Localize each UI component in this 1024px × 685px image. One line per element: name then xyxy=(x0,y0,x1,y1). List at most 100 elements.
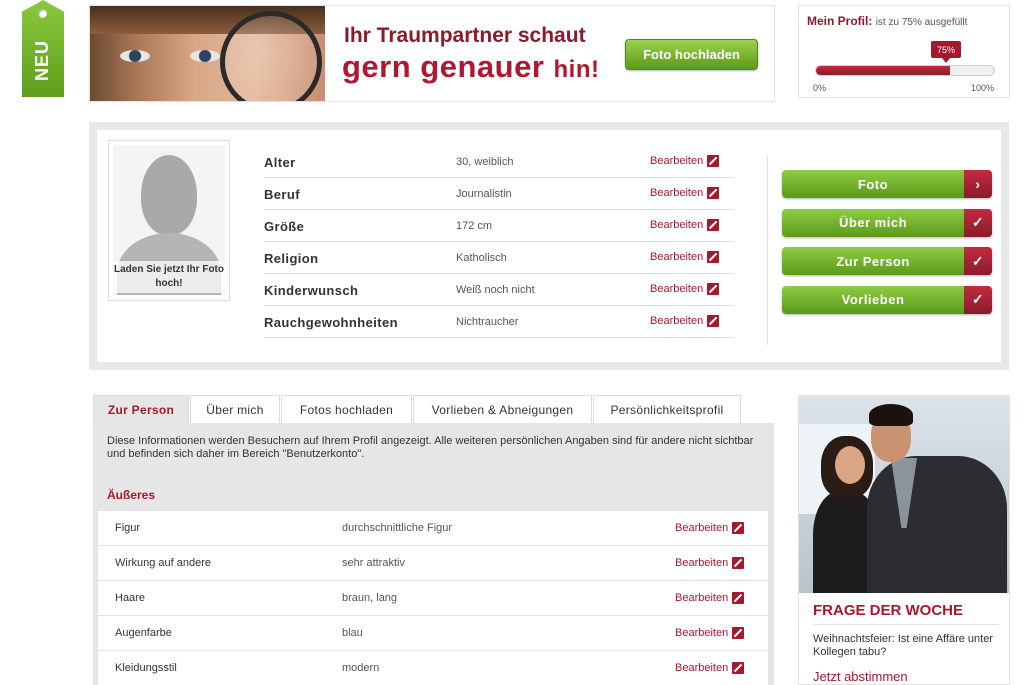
pencil-icon xyxy=(707,315,720,327)
table-row: Kleidungsstil modern Bearbeiten xyxy=(98,651,768,685)
pencil-icon xyxy=(707,187,720,199)
info-value: Katholisch xyxy=(456,252,507,264)
edit-link-wirkung-auf-andere[interactable]: Bearbeiten xyxy=(675,557,745,569)
profile-progress: Mein Profil: ist zu 75% ausgefüllt 75% 0… xyxy=(798,5,1010,98)
avatar-caption: Laden Sie jetzt Ihr Foto hoch! xyxy=(113,261,225,293)
info-value: 30, weiblich xyxy=(456,156,514,168)
info-label: Größe xyxy=(264,219,305,234)
row-value: durchschnittliche Figur xyxy=(342,522,453,534)
edit-link-kleidungsstil[interactable]: Bearbeiten xyxy=(675,662,745,674)
edit-label: Bearbeiten xyxy=(650,283,704,295)
pencil-icon xyxy=(707,219,720,231)
row-label: Augenfarbe xyxy=(115,627,172,639)
new-tag-label: NEU xyxy=(32,39,53,81)
question-text: Weihnachtsfeier: Ist eine Affäre unter K… xyxy=(813,633,993,658)
edit-label: Bearbeiten xyxy=(650,187,704,199)
page: NEU Ihr Traumpartner schaut gern genauer… xyxy=(0,0,1024,685)
section-title-aeusseres: Äußeres xyxy=(107,488,156,502)
avatar-placeholder[interactable]: Laden Sie jetzt Ihr Foto hoch! xyxy=(108,140,230,301)
info-row: Größe 172 cm Bearbeiten xyxy=(264,210,734,242)
profile-tabs: Zur Person Über mich Fotos hochladen Vorlie… xyxy=(93,395,774,423)
progress-scale-max: 100% xyxy=(971,83,995,93)
info-row: Alter 30, weiblich Bearbeiten xyxy=(264,146,734,178)
magnifier-icon xyxy=(220,11,322,101)
info-row: Rauchgewohnheiten Nichtraucher Bearbeiten xyxy=(264,306,734,338)
info-label: Beruf xyxy=(264,187,300,202)
edit-link-rauchgewohnheiten[interactable]: Bearbeiten xyxy=(650,315,720,327)
vote-now-link[interactable]: Jetzt abstimmen xyxy=(813,669,908,684)
edit-link-haare[interactable]: Bearbeiten xyxy=(675,592,745,604)
tab-persoenlichkeitsprofil[interactable]: Persönlichkeitsprofil xyxy=(593,395,741,423)
info-label: Kinderwunsch xyxy=(264,283,359,298)
info-row: Religion Katholisch Bearbeiten xyxy=(264,242,734,274)
pencil-icon xyxy=(707,155,720,167)
info-value: 172 cm xyxy=(456,220,493,232)
table-row: Figur durchschnittliche Figur Bearbeiten xyxy=(98,511,768,546)
edit-label: Bearbeiten xyxy=(675,522,729,534)
edit-link-figur[interactable]: Bearbeiten xyxy=(675,522,745,534)
section-button-label: Foto xyxy=(857,176,889,192)
section-button-foto[interactable]: Foto › xyxy=(782,170,992,198)
edit-label: Bearbeiten xyxy=(675,662,729,674)
profile-progress-text: ist zu 75% ausgefüllt xyxy=(875,17,968,28)
banner-photo-magnifier xyxy=(90,6,325,101)
check-icon: ✓ xyxy=(964,208,992,237)
edit-link-beruf[interactable]: Bearbeiten xyxy=(650,187,720,199)
question-photo xyxy=(799,396,1009,593)
row-label: Figur xyxy=(115,522,141,534)
edit-label: Bearbeiten xyxy=(650,315,704,327)
section-button-zur-person[interactable]: Zur Person ✓ xyxy=(782,247,992,275)
banner-title-line2: gern genauer hin! xyxy=(342,49,600,85)
row-value: sehr attraktiv xyxy=(342,557,405,569)
pencil-icon xyxy=(707,251,720,263)
tab-zur-person[interactable]: Zur Person xyxy=(93,395,189,423)
edit-link-alter[interactable]: Bearbeiten xyxy=(650,155,720,167)
edit-link-religion[interactable]: Bearbeiten xyxy=(650,251,720,263)
edit-link-groesse[interactable]: Bearbeiten xyxy=(650,219,720,231)
edit-label: Bearbeiten xyxy=(650,251,704,263)
percent-bubble: 75% xyxy=(931,41,961,63)
edit-label: Bearbeiten xyxy=(650,219,704,231)
section-button-label: Vorlieben xyxy=(841,292,905,307)
row-value: blau xyxy=(342,627,363,639)
pencil-icon xyxy=(732,522,745,534)
pencil-icon xyxy=(732,592,745,604)
tag-hole-icon xyxy=(38,9,47,18)
row-value: braun, lang xyxy=(342,592,398,604)
info-value: Journalistin xyxy=(456,188,512,200)
info-value: Weiß noch nicht xyxy=(456,284,535,296)
question-of-week: FRAGE DER WOCHE Weihnachtsfeier: Ist ein… xyxy=(798,395,1010,685)
row-label: Haare xyxy=(115,592,145,604)
pencil-icon xyxy=(732,557,745,569)
table-row: Wirkung auf andere sehr attraktiv Bearbeit… xyxy=(98,546,768,581)
basic-info-table: Alter 30, weiblich Bearbeiten Beruf Journali… xyxy=(264,146,734,338)
banner-title-main: gern genauer xyxy=(342,49,545,84)
edit-link-augenfarbe[interactable]: Bearbeiten xyxy=(675,627,745,639)
info-label: Religion xyxy=(264,251,319,266)
avatar-silhouette-icon xyxy=(141,155,197,235)
tab-ueber-mich[interactable]: Über mich xyxy=(190,395,280,423)
appearance-table: Figur durchschnittliche Figur Bearbeiten Wi… xyxy=(98,511,768,685)
edit-label: Bearbeiten xyxy=(675,592,729,604)
table-row: Haare braun, lang Bearbeiten xyxy=(98,581,768,616)
section-button-ueber-mich[interactable]: Über mich ✓ xyxy=(782,208,992,237)
tab-fotos-hochladen[interactable]: Fotos hochladen xyxy=(281,395,412,423)
section-button-vorlieben[interactable]: Vorlieben ✓ xyxy=(782,285,992,314)
row-label: Wirkung auf andere xyxy=(115,557,211,569)
edit-link-kinderwunsch[interactable]: Bearbeiten xyxy=(650,283,720,295)
row-label: Kleidungsstil xyxy=(115,662,177,674)
info-label: Rauchgewohnheiten xyxy=(264,315,398,330)
progress-bar xyxy=(815,65,995,76)
question-title: FRAGE DER WOCHE xyxy=(813,602,963,619)
edit-label: Bearbeiten xyxy=(675,627,729,639)
edit-label: Bearbeiten xyxy=(650,155,704,167)
edit-label: Bearbeiten xyxy=(675,557,729,569)
pencil-icon xyxy=(732,662,745,674)
banner-title-line1: Ihr Traumpartner schaut xyxy=(344,24,586,47)
promo-banner: Ihr Traumpartner schaut gern genauer hin… xyxy=(89,5,775,102)
check-icon: ✓ xyxy=(964,285,992,314)
upload-photo-button[interactable]: Foto hochladen xyxy=(625,39,758,70)
profile-progress-label: Mein Profil: xyxy=(807,14,873,28)
tab-vorlieben-abneigungen[interactable]: Vorlieben & Abneigungen xyxy=(413,395,592,423)
info-row: Beruf Journalistin Bearbeiten xyxy=(264,178,734,210)
